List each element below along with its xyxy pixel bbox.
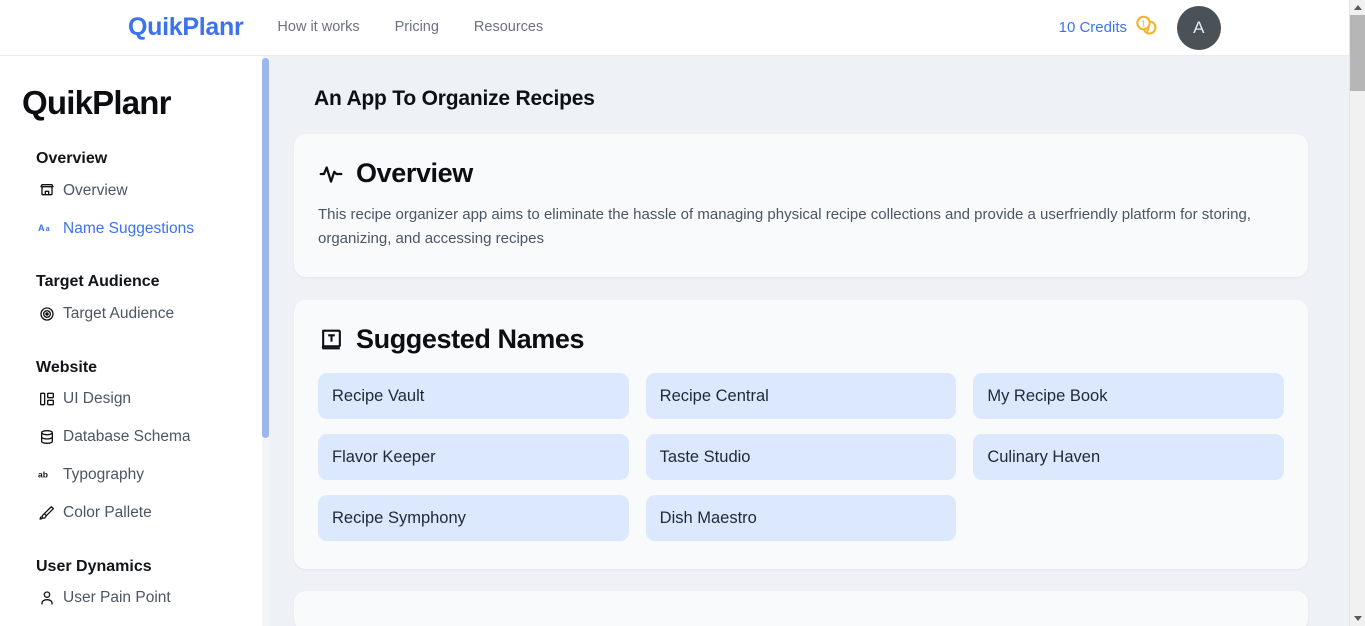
- name-card[interactable]: Taste Studio: [646, 434, 957, 480]
- sidebar-item-label: Color Pallete: [63, 505, 152, 521]
- sidebar-item-name-suggestions[interactable]: A a Name Suggestions: [0, 212, 263, 244]
- sidebar-item-target-audience[interactable]: Target Audience: [0, 298, 263, 330]
- overview-panel: Overview This recipe organizer app aims …: [294, 134, 1308, 277]
- sidebar-item-label: Overview: [63, 183, 128, 199]
- browser-scrollbar-thumb[interactable]: [1350, 15, 1365, 91]
- overview-panel-header: Overview: [318, 158, 1284, 189]
- overview-panel-body: This recipe organizer app aims to elimin…: [318, 203, 1284, 251]
- name-card[interactable]: Dish Maestro: [646, 495, 957, 541]
- svg-text:ab: ab: [38, 470, 48, 480]
- sidebar-scrollbar-thumb[interactable]: [262, 58, 269, 438]
- main-nav: How it works Pricing Resources: [277, 20, 543, 35]
- sidebar-group-title-website: Website: [0, 358, 263, 377]
- brand-logo[interactable]: QuikPlanr: [128, 15, 243, 40]
- suggested-names-panel-title: Suggested Names: [356, 324, 584, 355]
- sidebar-group-title-overview: Overview: [0, 149, 263, 168]
- sidebar-item-label: Target Audience: [63, 306, 174, 322]
- activity-pulse-icon: [318, 161, 344, 187]
- sidebar-item-user-pain-point[interactable]: User Pain Point: [0, 582, 263, 614]
- svg-text:A: A: [38, 224, 45, 234]
- sidebar-item-label: Database Schema: [63, 429, 191, 445]
- next-panel-partial: [294, 591, 1308, 626]
- name-card[interactable]: My Recipe Book: [973, 373, 1284, 419]
- sidebar-item-label: Name Suggestions: [63, 221, 194, 237]
- name-card[interactable]: Flavor Keeper: [318, 434, 629, 480]
- browser-scrollbar[interactable]: [1349, 0, 1365, 626]
- top-navigation-bar: QuikPlanr How it works Pricing Resources…: [0, 0, 1349, 56]
- sidebar-item-label: UI Design: [63, 391, 131, 407]
- layout-panels-icon: [38, 390, 55, 407]
- suggested-names-panel-header: Suggested Names: [318, 324, 1284, 355]
- letters-ab-icon: ab: [38, 466, 55, 483]
- suggested-names-panel: Suggested Names Recipe Vault Recipe Cent…: [294, 300, 1308, 569]
- overview-panel-title: Overview: [356, 158, 473, 189]
- scroll-down-arrow-icon[interactable]: [1350, 611, 1365, 626]
- database-icon: [38, 428, 55, 445]
- name-card[interactable]: Culinary Haven: [973, 434, 1284, 480]
- main-content: An App To Organize Recipes Overview This…: [269, 56, 1349, 626]
- sidebar-item-database-schema[interactable]: Database Schema: [0, 421, 263, 453]
- sidebar-scrollbar[interactable]: [262, 56, 269, 626]
- nav-link-pricing[interactable]: Pricing: [395, 20, 439, 35]
- nav-link-how-it-works[interactable]: How it works: [277, 20, 359, 35]
- name-card[interactable]: Recipe Vault: [318, 373, 629, 419]
- sidebar-item-ui-design[interactable]: UI Design: [0, 383, 263, 415]
- sidebar: QuikPlanr Overview Overview A a Name Sug…: [0, 56, 263, 626]
- sidebar-item-overview[interactable]: Overview: [0, 174, 263, 206]
- avatar-initial: A: [1193, 18, 1205, 38]
- letters-aa-icon: A a: [38, 220, 55, 237]
- sidebar-item-typography[interactable]: ab Typography: [0, 459, 263, 491]
- user-avatar[interactable]: A: [1177, 6, 1221, 50]
- sidebar-item-label: Typography: [63, 467, 144, 483]
- page-title: An App To Organize Recipes: [269, 56, 1349, 111]
- sidebar-item-label: User Pain Point: [63, 590, 171, 606]
- scroll-up-arrow-icon[interactable]: [1350, 0, 1365, 15]
- book-type-icon: [318, 327, 344, 353]
- coin-stack-icon: 1: [1134, 14, 1159, 41]
- sidebar-title: QuikPlanr: [0, 85, 263, 121]
- nav-link-resources[interactable]: Resources: [474, 20, 543, 35]
- suggested-names-grid: Recipe Vault Recipe Central My Recipe Bo…: [318, 373, 1284, 541]
- sidebar-item-color-pallete[interactable]: Color Pallete: [0, 497, 263, 529]
- name-card[interactable]: Recipe Symphony: [318, 495, 629, 541]
- target-icon: [38, 305, 55, 322]
- name-card-placeholder: [973, 495, 1284, 541]
- name-card[interactable]: Recipe Central: [646, 373, 957, 419]
- credits-label: 10 Credits: [1059, 20, 1127, 35]
- credits-button[interactable]: 10 Credits 1: [1059, 14, 1159, 41]
- app-viewport: QuikPlanr How it works Pricing Resources…: [0, 0, 1365, 626]
- paint-brush-icon: [38, 504, 55, 521]
- person-icon: [38, 590, 55, 607]
- svg-text:1: 1: [1141, 19, 1146, 28]
- store-icon: [38, 182, 55, 199]
- sidebar-group-title-target-audience: Target Audience: [0, 272, 263, 291]
- svg-text:a: a: [46, 227, 50, 234]
- sidebar-group-title-user-dynamics: User Dynamics: [0, 557, 263, 576]
- top-bar-right-group: 10 Credits 1 A: [1059, 6, 1221, 50]
